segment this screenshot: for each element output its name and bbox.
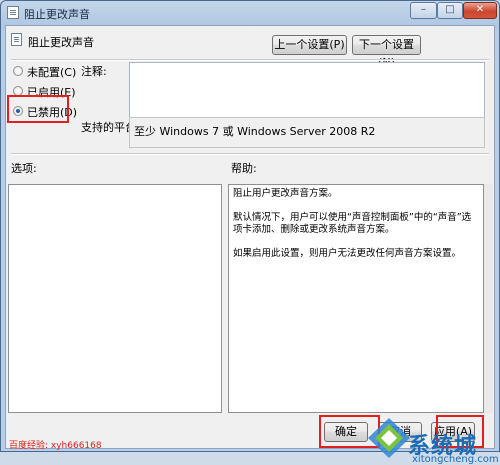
maximize-icon: □ <box>445 4 455 15</box>
title-bar[interactable]: 阻止更改声音 – □ ✕ <box>1 1 499 25</box>
next-setting-button[interactable]: 下一个设置(N) <box>352 35 421 69</box>
comment-textarea[interactable] <box>129 62 485 118</box>
policy-dialog-window: 阻止更改声音 – □ ✕ 阻止更改声音 上一个设置(P) 下一个设置(N) 未配… <box>0 0 500 465</box>
maximize-button[interactable]: □ <box>437 2 463 19</box>
help-pane: 阻止用户更改声音方案。 默认情况下，用户可以使用“声音控制面板”中的“声音”选项… <box>228 184 484 413</box>
help-paragraph: 如果启用此设置，则用户无法更改任何声音方案设置。 <box>233 248 462 259</box>
help-paragraph: 默认情况下，用户可以使用“声音控制面板”中的“声音”选项卡添加、删除或更改系统声… <box>233 212 472 235</box>
minimize-icon: – <box>421 4 426 15</box>
radio-not-configured-label[interactable]: 未配置(C) <box>27 64 76 80</box>
minimize-button[interactable]: – <box>410 2 437 19</box>
help-scrollbar[interactable] <box>484 184 493 413</box>
xitongcheng-url-text: xitongcheng.com <box>412 454 499 465</box>
previous-setting-button[interactable]: 上一个设置(P) <box>272 35 347 55</box>
header-divider <box>11 59 489 61</box>
options-pane <box>8 184 222 413</box>
policy-document-icon <box>7 6 19 19</box>
help-paragraph: 阻止用户更改声音方案。 <box>233 188 338 199</box>
window-title: 阻止更改声音 <box>24 8 90 21</box>
dialog-body: 阻止更改声音 上一个设置(P) 下一个设置(N) 未配置(C) 已启用(E) 已… <box>5 25 499 465</box>
policy-setting-icon <box>11 33 22 46</box>
policy-title: 阻止更改声音 <box>28 36 94 49</box>
xitongcheng-logo-icon <box>368 418 410 458</box>
options-label: 选项: <box>11 162 37 175</box>
supported-platform-value: 至少 Windows 7 或 Windows Server 2008 R2 <box>129 117 485 148</box>
disabled-option-highlight <box>7 95 69 123</box>
baidu-watermark-text: 百度经验: xyh666168 <box>9 441 102 451</box>
comment-label: 注释: <box>81 65 107 78</box>
help-label: 帮助: <box>231 162 257 175</box>
close-button[interactable]: ✕ <box>463 2 497 19</box>
radio-not-configured-circle[interactable] <box>13 66 23 76</box>
close-icon: ✕ <box>475 4 485 15</box>
section-divider <box>11 153 489 155</box>
